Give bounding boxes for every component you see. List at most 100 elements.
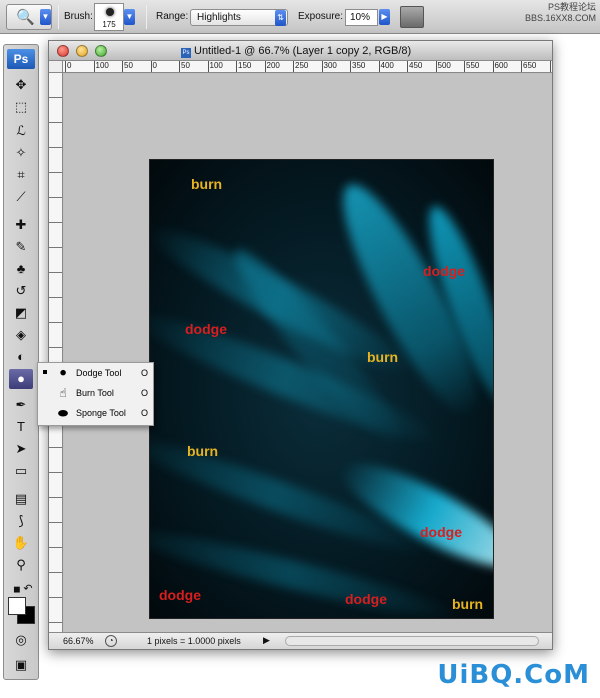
notes-tool-icon[interactable]: ▤	[9, 489, 33, 509]
tool-preset-picker[interactable]: 🔍 ▼	[6, 4, 52, 30]
hand-tool-icon[interactable]: ✋	[9, 533, 33, 553]
options-bar: 🔍 ▼ Brush: 175 ▼ Range: Highlights ⇅ Exp…	[0, 0, 600, 34]
move-tool-icon[interactable]: ✥	[9, 75, 33, 95]
ruler-tick-label: 700	[549, 61, 552, 72]
ruler-tick-label: 400	[378, 61, 394, 72]
ruler-tick-label: 250	[293, 61, 308, 72]
range-select[interactable]: Highlights ⇅	[190, 9, 288, 26]
path-selection-tool-icon[interactable]: ➤	[9, 439, 33, 459]
flyout-item-shortcut: O	[141, 408, 149, 418]
brush-dropdown-arrow[interactable]: ▼	[124, 9, 135, 25]
dodge-label: dodge	[420, 524, 462, 540]
flyout-item-label: Sponge Tool	[76, 408, 126, 418]
airbrush-toggle-icon[interactable]	[400, 6, 424, 28]
ruler-tick-label: 100	[93, 61, 109, 72]
exposure-input[interactable]: 10%	[345, 9, 378, 26]
burn-icon: ☝	[59, 386, 67, 400]
dodge-label: dodge	[185, 321, 227, 337]
burn-label: burn	[452, 596, 484, 612]
divider	[146, 5, 147, 29]
horizontal-scrollbar[interactable]	[285, 636, 539, 646]
dodge-label: dodge	[345, 591, 387, 607]
screen-mode-icon[interactable]: ▣	[9, 655, 33, 675]
zoom-tool-icon[interactable]: ⚲	[9, 555, 33, 575]
foreground-color-swatch[interactable]	[8, 597, 26, 615]
chevron-down-icon: ▼	[40, 9, 51, 25]
range-value: Highlights	[197, 12, 241, 23]
burn-label: burn	[187, 443, 219, 459]
zoom-level[interactable]: 66.67%	[63, 636, 94, 646]
flyout-item-sponge-tool[interactable]: ⬬ Sponge Tool O	[38, 404, 153, 423]
ruler-tick-label: 350	[350, 61, 365, 72]
ruler-tick-label: 600	[492, 61, 508, 72]
eraser-tool-icon[interactable]: ◩	[9, 303, 33, 323]
range-label: Range:	[156, 11, 189, 22]
exposure-slider-arrow[interactable]: ▶	[379, 9, 390, 25]
ruler-tick-label: 150	[236, 61, 251, 72]
magic-wand-tool-icon[interactable]: ✧	[9, 143, 33, 163]
status-info: 1 pixels = 1.0000 pixels	[147, 636, 241, 646]
lasso-tool-icon[interactable]: ℒ	[9, 121, 33, 141]
ruler-tick-label: 550	[464, 61, 479, 72]
flyout-item-shortcut: O	[141, 388, 149, 398]
flyout-item-label: Burn Tool	[76, 388, 114, 398]
ruler-tick-label: 100	[207, 61, 223, 72]
marquee-tool-icon[interactable]: ⬚	[9, 97, 33, 117]
minimize-window-icon[interactable]	[76, 45, 88, 57]
close-window-icon[interactable]	[57, 45, 69, 57]
ruler-tick-label: 50	[179, 61, 190, 72]
horizontal-ruler[interactable]: 0 100 50 0 50 100 150 200 250 300 350 400 450 500 550 6…	[63, 61, 552, 73]
healing-brush-tool-icon[interactable]: ✚	[9, 215, 33, 235]
type-tool-icon[interactable]: T	[9, 417, 33, 437]
brush-picker[interactable]: 175	[94, 3, 124, 31]
slice-tool-icon[interactable]: ⟋	[9, 187, 33, 207]
image-canvas[interactable]: burn dodge dodge burn burn dodge dodge d…	[149, 159, 494, 619]
ps-file-icon: Ps	[181, 48, 191, 58]
status-bar: 66.67% ◔ 1 pixels = 1.0000 pixels ▶	[49, 632, 552, 649]
photoshop-logo[interactable]: Ps	[7, 49, 35, 69]
ruler-origin[interactable]	[49, 61, 63, 73]
flyout-item-label: Dodge Tool	[76, 368, 122, 378]
paint-bucket-tool-icon[interactable]: ◈	[9, 325, 33, 345]
clone-stamp-tool-icon[interactable]: ♣	[9, 259, 33, 279]
dodge-tool-icon[interactable]: ●	[9, 369, 33, 389]
watermark-line2: BBS.16XX8.COM	[524, 13, 596, 23]
crop-tool-icon[interactable]: ⌗	[9, 165, 33, 185]
brush-tool-icon[interactable]: ✎	[9, 237, 33, 257]
zoom-window-icon[interactable]	[95, 45, 107, 57]
ruler-tick-label: 450	[407, 61, 422, 72]
ruler-tick-label: 300	[321, 61, 337, 72]
burn-label: burn	[367, 349, 399, 365]
dodge-icon: ⚫	[57, 366, 69, 380]
watermark-line1: PS教程论坛	[547, 2, 596, 12]
ruler-tick-label: 0	[65, 61, 71, 72]
tools-panel: Ps ✥ ⬚ ℒ ✧ ⌗ ⟋ ✚ ✎ ♣ ↺ ◩ ◈ ◐ ● ✒ T ➤ ▭ ▤ ⟆ ✋ ⚲ ◼ ↶ ◎ ▣	[3, 44, 39, 680]
quick-mask-icon[interactable]: ◎	[9, 630, 33, 650]
info-menu-icon[interactable]: ◔	[105, 635, 117, 647]
exposure-label: Exposure:	[298, 11, 344, 22]
flyout-item-dodge-tool[interactable]: ⚫ Dodge Tool O	[38, 364, 153, 383]
dodge-label: dodge	[159, 587, 201, 603]
dodge-label: dodge	[423, 263, 465, 279]
site-watermark: UiBQ.CoM	[437, 660, 590, 690]
history-brush-tool-icon[interactable]: ↺	[9, 281, 33, 301]
vertical-ruler[interactable]	[49, 73, 63, 633]
forum-watermark: PS教程论坛 BBS.16XX8.COM	[525, 2, 596, 24]
pen-tool-icon[interactable]: ✒	[9, 395, 33, 415]
ruler-tick-label: 50	[122, 61, 133, 72]
dodge-tool-icon: 🔍	[16, 9, 35, 26]
ruler-tick-label: 0	[150, 61, 157, 72]
document-window: Ps Untitled-1 @ 66.7% (Layer 1 copy 2, RG…	[48, 40, 553, 650]
blur-tool-icon[interactable]: ◐	[9, 347, 33, 367]
divider	[58, 5, 59, 29]
document-titlebar[interactable]: Ps Untitled-1 @ 66.7% (Layer 1 copy 2, RG…	[49, 41, 552, 61]
sponge-icon: ⬬	[57, 406, 69, 420]
status-menu-arrow-icon[interactable]: ▶	[263, 635, 270, 646]
flyout-item-burn-tool[interactable]: ☝ Burn Tool O	[38, 384, 153, 403]
ruler-tick-label: 200	[264, 61, 280, 72]
eyedropper-tool-icon[interactable]: ⟆	[9, 511, 33, 531]
chevron-updown-icon: ⇅	[275, 10, 286, 26]
shape-tool-icon[interactable]: ▭	[9, 461, 33, 481]
flyout-item-shortcut: O	[141, 368, 149, 378]
swap-colors-icon[interactable]: ↶	[16, 579, 40, 599]
